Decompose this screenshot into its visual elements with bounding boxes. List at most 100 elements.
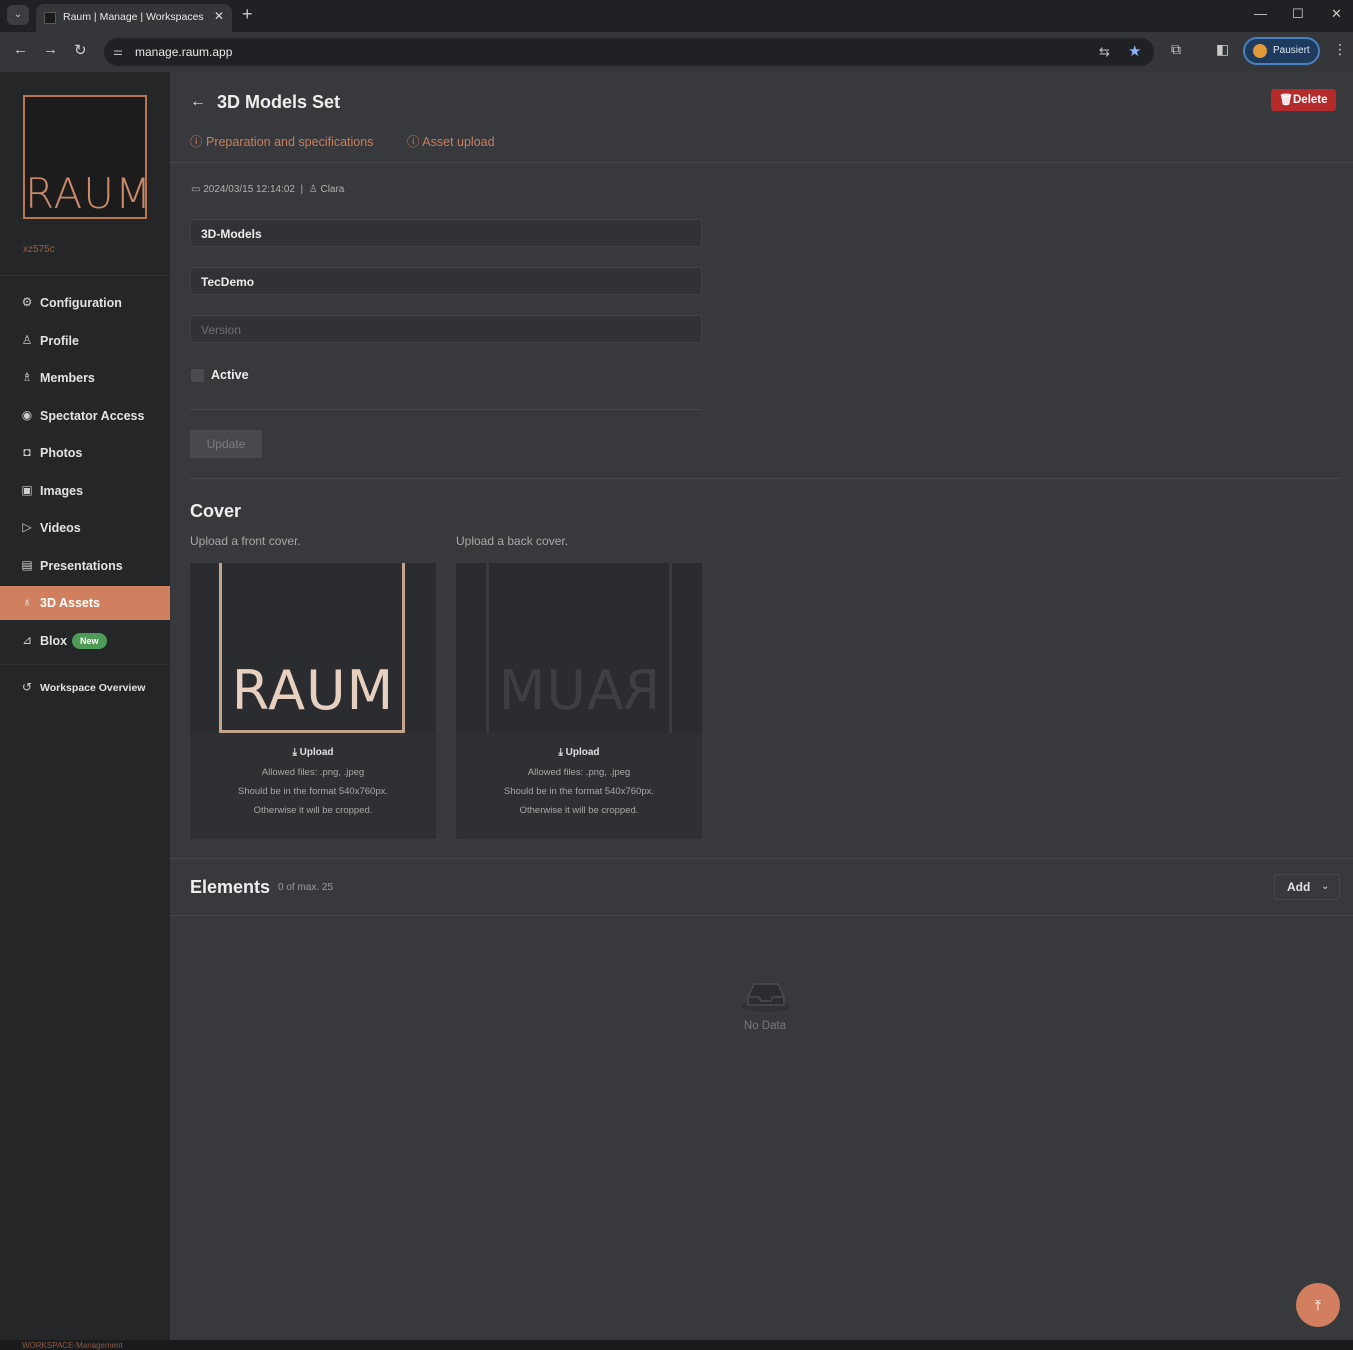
name-field[interactable]: TecDemo <box>190 267 702 295</box>
minimize-icon[interactable]: — <box>1254 6 1267 21</box>
allowed-files-text: Allowed files: .png, .jpeg <box>261 767 365 778</box>
upload-button[interactable]: ⤓ Upload <box>456 743 702 763</box>
sidebar-item-photos[interactable]: ◘ Photos <box>0 436 170 470</box>
user-icon: ♙ <box>308 184 318 195</box>
add-element-button[interactable]: Add ⌄ <box>1274 874 1340 900</box>
sidebar-item-label: Configuration <box>40 296 122 310</box>
sidebar-item-profile[interactable]: ♙ Profile <box>0 324 170 358</box>
new-badge: New <box>72 633 107 649</box>
preparation-link[interactable]: ⓘ Preparation and specifications <box>190 131 373 150</box>
new-tab-button[interactable]: + <box>242 4 253 25</box>
close-tab-icon[interactable]: ✕ <box>214 9 224 23</box>
sidebar-item-images[interactable]: ▣ Images <box>0 474 170 508</box>
video-icon: ▷ <box>22 520 32 534</box>
sidebar-item-blox[interactable]: ⊿ Blox New <box>0 624 170 658</box>
bookmark-star-icon[interactable]: ★ <box>1128 42 1141 60</box>
address-bar[interactable]: ⚌ manage.raum.app ⇆ ★ <box>104 38 1154 66</box>
asset-upload-link[interactable]: ⓘ Asset upload <box>407 131 495 150</box>
front-cover-info: ⤓ Upload Allowed files: .png, .jpeg Shou… <box>190 743 436 820</box>
format-text: Should be in the format 540x760px. <box>504 786 654 797</box>
sidebar-item-label: Presentations <box>40 559 123 573</box>
delete-button[interactable]: 🗑 Delete <box>1271 89 1336 111</box>
name-value: TecDemo <box>201 275 255 289</box>
back-cover-uploader[interactable]: RAUM ⤓ Upload Allowed files: .png, .jpeg… <box>456 563 702 839</box>
browser-menu-icon[interactable]: ⋮ <box>1333 41 1347 58</box>
front-cover-hint: Upload a front cover. <box>190 534 301 548</box>
format-text: Should be in the format 540x760px. <box>238 786 388 797</box>
eye-icon: ◉ <box>21 408 33 422</box>
delete-label: Delete <box>1293 94 1328 106</box>
sidebar-item-label: Profile <box>40 334 79 348</box>
version-field[interactable]: Version <box>190 315 702 343</box>
no-data-text: No Data <box>743 1020 787 1032</box>
version-placeholder: Version <box>201 323 242 337</box>
divider <box>190 409 702 410</box>
gear-icon: ⚙ <box>21 295 33 309</box>
upload-label: Upload <box>565 747 600 758</box>
upload-icon: ⤒ <box>1314 1297 1322 1313</box>
sidebar-item-label: 3D Assets <box>40 596 100 610</box>
back-arrow-icon[interactable]: ← <box>190 93 206 111</box>
workspace-id: xz575c <box>23 244 55 255</box>
crop-text: Otherwise it will be cropped. <box>253 805 373 816</box>
category-field[interactable]: 3D-Models <box>190 219 702 247</box>
meta-info: ▭ 2024/03/15 12:14:02 | ♙ Clara <box>191 184 345 195</box>
page-title: 3D Models Set <box>217 92 341 112</box>
maximize-icon[interactable]: ☐ <box>1292 6 1304 22</box>
back-cover-image: RAUM <box>456 563 702 733</box>
active-checkbox[interactable] <box>191 369 204 382</box>
update-button[interactable]: Update <box>190 430 262 458</box>
divider <box>170 162 1353 163</box>
reload-icon[interactable]: ↻ <box>74 41 87 59</box>
allowed-files-text: Allowed files: .png, .jpeg <box>527 767 631 778</box>
extensions-icon[interactable]: ⧉ <box>1171 41 1181 58</box>
browser-tab[interactable]: Raum | Manage | Workspaces ✕ <box>36 4 232 32</box>
sidebar-item-workspace-overview[interactable]: ↺ Workspace Overview <box>0 671 170 705</box>
sidebar: RAUM xz575c ⚙ Configuration ♙ Profile ♗ … <box>0 72 170 1340</box>
tab-search-button[interactable]: ⌄ <box>7 5 29 25</box>
meta-author: Clara <box>320 184 345 195</box>
sidebar-item-label: Workspace Overview <box>40 682 146 694</box>
browser-tab-strip: ⌄ Raum | Manage | Workspaces ✕ + — ☐ ✕ <box>0 0 1353 32</box>
floating-upload-button[interactable]: ⤒ <box>1296 1283 1340 1327</box>
close-window-icon[interactable]: ✕ <box>1331 6 1342 22</box>
sidebar-item-label: Blox <box>40 634 68 648</box>
elements-section-title: Elements <box>190 877 271 897</box>
back-cover-info: ⤓ Upload Allowed files: .png, .jpeg Shou… <box>456 743 702 820</box>
site-info-icon[interactable]: ⚌ <box>113 45 123 58</box>
front-cover-uploader[interactable]: RAUM ⤓ Upload Allowed files: .png, .jpeg… <box>190 563 436 839</box>
side-panel-icon[interactable]: ◧ <box>1216 41 1229 58</box>
upload-button[interactable]: ⤓ Upload <box>190 743 436 763</box>
sidebar-item-videos[interactable]: ▷ Videos <box>0 511 170 545</box>
add-label: Add <box>1287 880 1311 894</box>
translate-icon[interactable]: ⇆ <box>1099 44 1110 60</box>
workspace-logo: RAUM <box>23 95 151 219</box>
sidebar-item-members[interactable]: ♗ Members <box>0 361 170 395</box>
chevron-down-icon: ⌄ <box>1321 881 1330 892</box>
back-cover-hint: Upload a back cover. <box>456 534 569 548</box>
cover-logo-text: RAUM <box>231 659 395 722</box>
overview-icon: ↺ <box>21 680 33 694</box>
tab-favicon <box>44 12 56 24</box>
cover-section-title: Cover <box>190 501 242 521</box>
sidebar-item-spectator-access[interactable]: ◉ Spectator Access <box>0 399 170 433</box>
image-icon: ▣ <box>21 483 33 497</box>
category-value: 3D-Models <box>201 227 262 241</box>
sidebar-item-label: Videos <box>40 521 81 535</box>
presentation-icon: ▤ <box>21 558 33 572</box>
profile-button[interactable]: Pausiert <box>1243 37 1320 65</box>
sidebar-item-3d-assets[interactable]: ♁ 3D Assets <box>0 586 170 620</box>
back-icon[interactable]: ← <box>13 41 28 58</box>
divider <box>170 858 1353 859</box>
divider <box>170 915 1353 916</box>
upload-icon: ⤓ <box>558 747 563 758</box>
crop-text: Otherwise it will be cropped. <box>519 805 639 816</box>
profile-label: Pausiert <box>1273 45 1310 56</box>
sidebar-item-label: Images <box>40 484 84 498</box>
url-text[interactable]: manage.raum.app <box>135 45 232 59</box>
sidebar-item-presentations[interactable]: ▤ Presentations <box>0 549 170 583</box>
sidebar-item-configuration[interactable]: ⚙ Configuration <box>0 286 170 320</box>
divider <box>0 275 170 276</box>
forward-icon[interactable]: → <box>43 41 58 58</box>
cover-logo-text-mirrored: RAUM <box>497 659 661 722</box>
